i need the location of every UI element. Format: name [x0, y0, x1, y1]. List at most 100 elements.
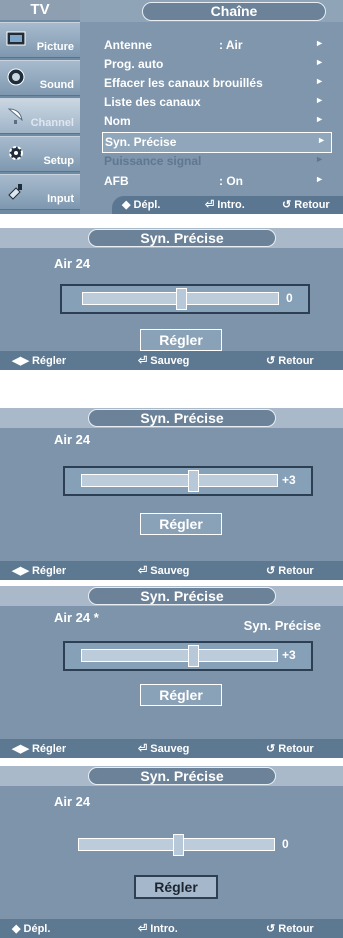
regler-button[interactable]: Régler — [140, 329, 222, 351]
sidebar-item-label: Picture — [36, 41, 74, 53]
menu-item-label: Nom — [104, 114, 131, 128]
footer-return: ↺ Retour — [266, 565, 314, 577]
panel-footer: ◀▶ Régler ⏎ Sauveg ↺ Retour — [0, 739, 343, 758]
menu-item-antenne[interactable]: Antenne : Air ► — [104, 36, 329, 55]
footer-adjust: ◀▶ Régler — [12, 565, 67, 577]
slider-thumb[interactable] — [176, 288, 187, 310]
footer-return: ↺ Retour — [266, 743, 314, 755]
arrow-right-icon: ► — [315, 114, 324, 124]
title-pill: Syn. Précise — [88, 409, 276, 427]
footer-return: ↺ Retour — [282, 199, 330, 211]
slider-container: 0 — [60, 284, 310, 314]
slider-container: +3 — [63, 466, 313, 496]
regler-button[interactable]: Régler — [140, 684, 222, 706]
menu-sidebar: TV Picture Sound Channel Setup Input — [0, 0, 80, 214]
satellite-dish-icon — [7, 108, 23, 124]
menu-item-liste-canaux[interactable]: Liste des canaux ► — [104, 93, 329, 112]
slider-thumb[interactable] — [188, 645, 199, 667]
menu-item-afb[interactable]: AFB : On ► — [104, 172, 329, 191]
panel-title: Syn. Précise — [140, 230, 224, 246]
regler-button[interactable]: Régler — [134, 875, 218, 899]
footer-save: ⏎ Sauveg — [138, 565, 190, 577]
footer-return: ↺ Retour — [266, 923, 314, 935]
menu-footer: ◆ Dépl. ⏎ Intro. ↺ Retour — [112, 196, 343, 214]
channel-label: Air 24 — [54, 432, 91, 447]
menu-title: Chaîne — [210, 3, 258, 19]
menu-item-value: : Air — [219, 38, 243, 52]
fine-tune-screen-3: Syn. Précise Air 24 * Syn. Précise +3 Ré… — [0, 586, 343, 758]
sidebar-item-picture[interactable]: Picture — [0, 22, 80, 58]
fine-tune-slider[interactable] — [81, 474, 278, 487]
panel-footer: ◆ Dépl. ⏎ Intro. ↺ Retour — [0, 919, 343, 938]
menu-item-label: Effacer les canaux brouillés — [104, 76, 263, 90]
slider-container: 0 — [78, 832, 289, 858]
title-pill: Syn. Précise — [88, 229, 276, 247]
fine-tune-screen-4: Syn. Précise Air 24 0 Régler ◆ Dépl. ⏎ I… — [0, 766, 343, 938]
menu-item-label: Antenne — [104, 38, 152, 52]
menu-item-label: Liste des canaux — [104, 95, 201, 109]
arrow-right-icon: ► — [317, 135, 326, 145]
menu-item-prog-auto[interactable]: Prog. auto ► — [104, 55, 329, 74]
slider-value: 0 — [286, 291, 293, 305]
panel-footer: ◀▶ Régler ⏎ Sauveg ↺ Retour — [0, 561, 343, 580]
footer-return: ↺ Retour — [266, 355, 314, 367]
footer-enter: ⏎ Intro. — [138, 923, 178, 935]
footer-move: ◆ Dépl. — [12, 923, 51, 935]
slider-thumb[interactable] — [188, 470, 199, 492]
status-text: Syn. Précise — [243, 618, 321, 633]
footer-adjust: ◀▶ Régler — [12, 355, 67, 367]
menu-item-syn-precise[interactable]: Syn. Précise ► — [102, 132, 332, 153]
arrow-right-icon: ► — [315, 76, 324, 86]
menu-title-bar: Chaîne — [80, 0, 343, 22]
menu-item-puissance-signal[interactable]: Puissance signal ► — [104, 152, 329, 171]
channel-label: Air 24 — [54, 794, 91, 809]
menu-item-label: Prog. auto — [104, 57, 164, 71]
picture-icon — [6, 31, 26, 46]
title-pill: Syn. Précise — [88, 767, 276, 785]
channel-label: Air 24 * — [54, 610, 99, 625]
regler-button[interactable]: Régler — [140, 513, 222, 535]
arrow-right-icon: ► — [315, 174, 324, 184]
fine-tune-screen-2: Syn. Précise Air 24 +3 Régler ◀▶ Régler … — [0, 408, 343, 580]
footer-save: ⏎ Sauveg — [138, 355, 190, 367]
menu-item-value: : On — [219, 174, 243, 188]
menu-item-nom[interactable]: Nom ► — [104, 112, 329, 131]
panel-header: Syn. Précise — [0, 766, 343, 786]
footer-save: ⏎ Sauveg — [138, 743, 190, 755]
panel-header: Syn. Précise — [0, 408, 343, 428]
sound-icon — [7, 68, 25, 86]
arrow-right-icon: ► — [315, 38, 324, 48]
menu-item-effacer[interactable]: Effacer les canaux brouillés ► — [104, 74, 329, 93]
panel-footer: ◀▶ Régler ⏎ Sauveg ↺ Retour — [0, 351, 343, 370]
slider-value: +3 — [282, 473, 296, 487]
fine-tune-slider[interactable] — [81, 649, 278, 662]
title-pill: Syn. Précise — [88, 587, 276, 605]
footer-adjust: ◀▶ Régler — [12, 743, 67, 755]
slider-value: +3 — [282, 648, 296, 662]
sidebar-item-label: Channel — [30, 117, 74, 129]
sidebar-item-label: Setup — [43, 155, 74, 167]
panel-title: Syn. Précise — [140, 768, 224, 784]
slider-container: +3 — [63, 641, 313, 671]
channel-label: Air 24 — [54, 256, 91, 271]
arrow-right-icon: ► — [315, 57, 324, 67]
footer-move: ◆ Dépl. — [122, 199, 161, 211]
sidebar-item-label: Input — [47, 193, 74, 205]
sidebar-item-channel[interactable]: Channel — [0, 98, 80, 134]
input-plug-icon — [8, 184, 22, 200]
arrow-right-icon: ► — [315, 95, 324, 105]
title-pill: Chaîne — [142, 2, 326, 21]
sidebar-item-setup[interactable]: Setup — [0, 136, 80, 172]
slider-thumb[interactable] — [173, 834, 184, 856]
footer-enter: ⏎ Intro. — [205, 199, 245, 211]
menu-item-label: Syn. Précise — [105, 135, 177, 149]
slider-value: 0 — [282, 837, 289, 851]
panel-header: Syn. Précise — [0, 586, 343, 606]
channel-menu-screen: TV Picture Sound Channel Setup Input Cha… — [0, 0, 343, 214]
sidebar-item-sound[interactable]: Sound — [0, 60, 80, 96]
arrow-right-icon: ► — [315, 154, 324, 164]
menu-item-label: Puissance signal — [104, 154, 202, 168]
panel-header: Syn. Précise — [0, 228, 343, 248]
panel-title: Syn. Précise — [140, 410, 224, 426]
sidebar-item-input[interactable]: Input — [0, 174, 80, 210]
